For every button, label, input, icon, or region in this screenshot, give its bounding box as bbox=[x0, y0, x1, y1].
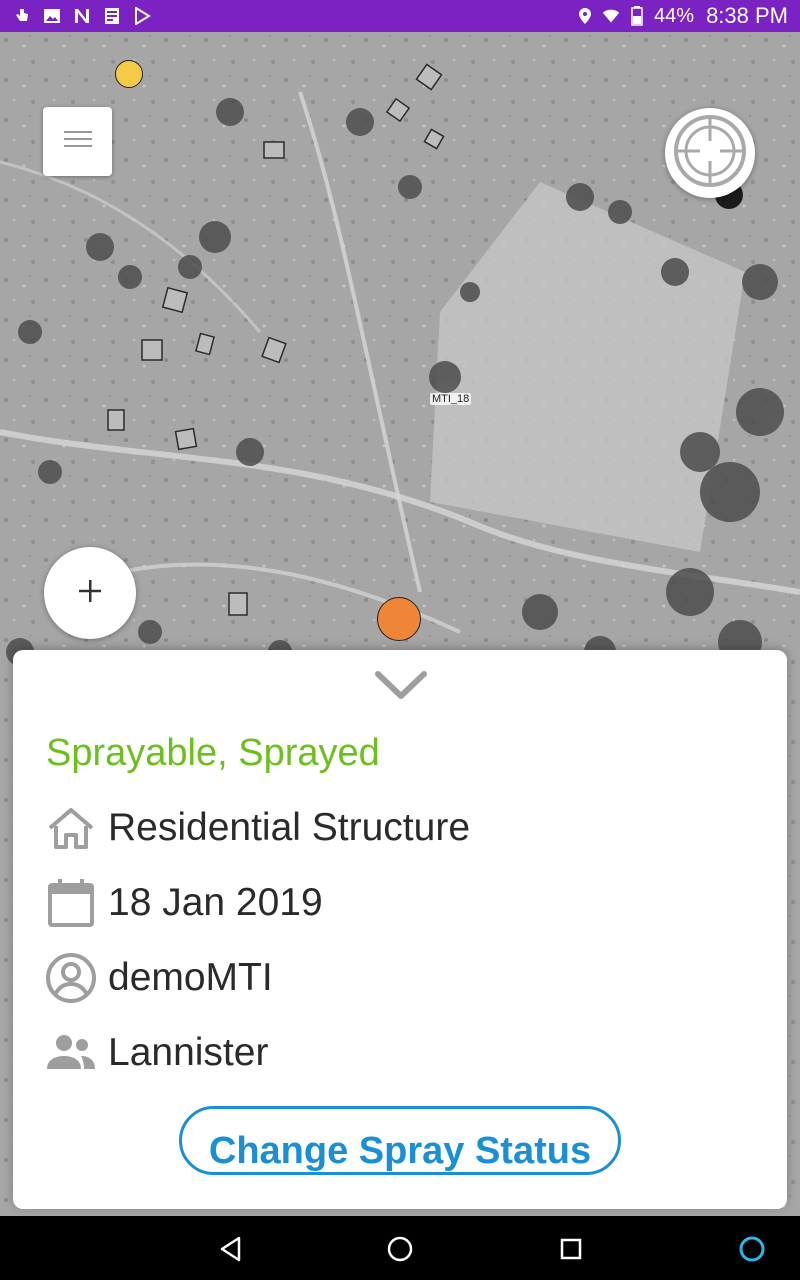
user-circle-icon bbox=[45, 952, 97, 1004]
structure-type-text: Residential Structure bbox=[108, 806, 471, 849]
hamburger-icon bbox=[63, 129, 92, 154]
chevron-down-icon bbox=[375, 670, 427, 707]
notification-icons bbox=[12, 7, 152, 25]
user-text: demoMTI bbox=[108, 956, 273, 999]
structure-label: MTI_18 bbox=[430, 393, 472, 405]
structure-marker-yellow[interactable] bbox=[115, 60, 143, 88]
battery-icon bbox=[628, 6, 646, 26]
home-outline-icon bbox=[45, 802, 97, 854]
menu-button[interactable] bbox=[43, 107, 112, 176]
date-text: 18 Jan 2019 bbox=[108, 881, 323, 924]
my-location-button[interactable] bbox=[665, 108, 755, 198]
wifi-icon bbox=[602, 7, 620, 25]
structure-marker-orange[interactable] bbox=[377, 597, 421, 641]
date-row: 18 Jan 2019 bbox=[45, 875, 323, 931]
back-icon[interactable] bbox=[216, 1234, 246, 1264]
collapse-sheet-button[interactable] bbox=[373, 670, 429, 706]
plus-icon bbox=[77, 578, 103, 609]
team-text: Lannister bbox=[108, 1031, 269, 1074]
home-icon[interactable] bbox=[385, 1234, 415, 1264]
navigation-bar bbox=[0, 1216, 800, 1280]
image-icon bbox=[42, 7, 62, 25]
structure-details-sheet: Sprayable, Sprayed Residential Structure… bbox=[13, 650, 787, 1209]
change-spray-status-label: Change Spray Status bbox=[208, 1130, 592, 1172]
battery-percent: 44% bbox=[654, 4, 695, 27]
team-row: Lannister bbox=[45, 1025, 268, 1081]
assistant-icon[interactable] bbox=[737, 1234, 767, 1264]
calendar-icon bbox=[45, 877, 97, 929]
status-bar: 44% 8:38 PM bbox=[0, 0, 800, 32]
play-store-icon bbox=[132, 7, 152, 25]
hand-icon bbox=[12, 7, 32, 25]
system-indicators: 44% 8:38 PM bbox=[576, 3, 788, 29]
structure-type-row: Residential Structure bbox=[45, 800, 470, 856]
crosshair-icon bbox=[670, 111, 750, 196]
document-icon bbox=[102, 7, 122, 25]
spray-status-text: Sprayable, Sprayed bbox=[46, 732, 380, 774]
team-icon bbox=[45, 1027, 97, 1079]
clock: 8:38 PM bbox=[706, 3, 788, 28]
n-icon bbox=[72, 7, 92, 25]
location-icon bbox=[576, 7, 594, 25]
change-spray-status-button[interactable]: Change Spray Status bbox=[179, 1106, 621, 1175]
user-row: demoMTI bbox=[45, 950, 273, 1006]
add-button[interactable] bbox=[44, 547, 136, 639]
recents-icon[interactable] bbox=[556, 1234, 586, 1264]
